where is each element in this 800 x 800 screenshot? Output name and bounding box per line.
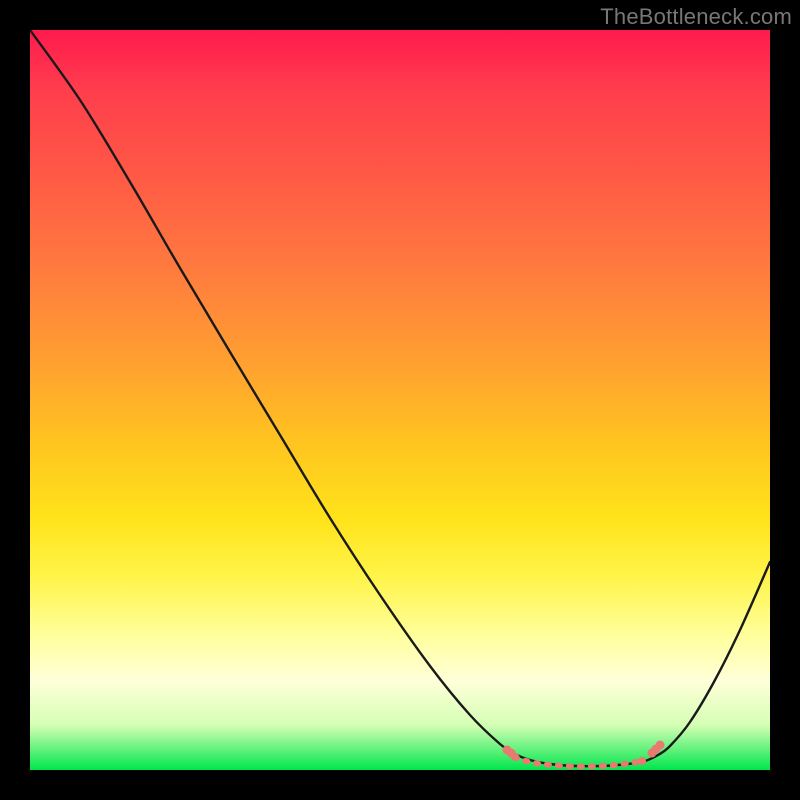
chart-container: TheBottleneck.com: [0, 0, 800, 800]
plot-area: [30, 30, 770, 770]
watermark-text: TheBottleneck.com: [600, 4, 792, 30]
